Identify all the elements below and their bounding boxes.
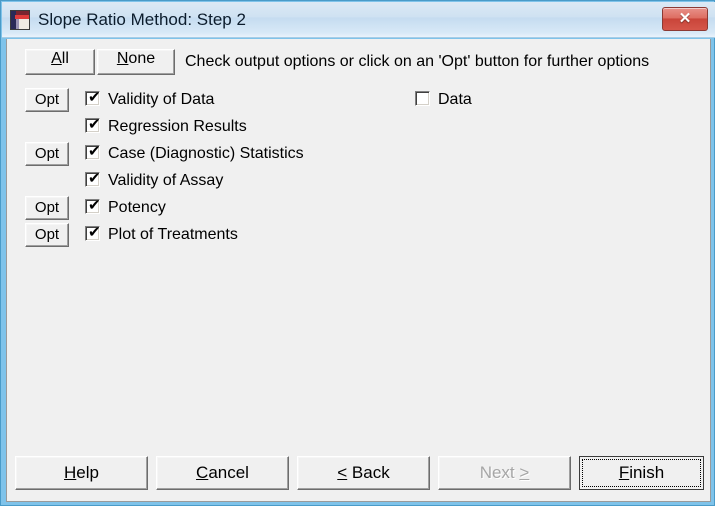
button-label-prefix: Next bbox=[479, 463, 520, 482]
checkbox-option-1[interactable]: ✔ bbox=[85, 115, 101, 133]
close-icon: ✕ bbox=[678, 10, 692, 27]
check-icon: ✔ bbox=[88, 88, 101, 106]
back-button[interactable]: < Back bbox=[297, 456, 430, 490]
button-accel: C bbox=[196, 463, 209, 482]
button-label-suffix: inish bbox=[629, 463, 665, 482]
option-row: ✔ Validity of Assay bbox=[7, 168, 712, 195]
option-label-3: Validity of Assay bbox=[108, 172, 224, 189]
dialog-window: Slope Ratio Method: Step 2 ✕ All None Ch… bbox=[0, 0, 715, 506]
checkbox-option-0[interactable]: ✔ bbox=[85, 88, 101, 106]
none-button-accel: N bbox=[116, 50, 129, 67]
button-label-suffix: Back bbox=[347, 463, 390, 482]
check-icon: ✔ bbox=[88, 196, 101, 214]
button-label-suffix: elp bbox=[76, 463, 99, 482]
check-icon: ✔ bbox=[88, 115, 101, 133]
checkbox-option-4[interactable]: ✔ bbox=[85, 196, 101, 214]
option-label-0: Validity of Data bbox=[108, 91, 215, 108]
none-button-label: one bbox=[128, 50, 156, 67]
checkbox-data-label: Data bbox=[438, 91, 472, 108]
next-button[interactable]: Next > bbox=[438, 456, 571, 490]
output-options-list: Opt ✔ Validity of Data ✔ Regression Results O… bbox=[7, 87, 712, 249]
close-button[interactable]: ✕ bbox=[662, 7, 708, 31]
button-accel: H bbox=[64, 463, 77, 482]
option-row: ✔ Regression Results bbox=[7, 114, 712, 141]
check-icon: ✔ bbox=[88, 169, 101, 187]
opt-button-5[interactable]: Opt bbox=[25, 223, 69, 247]
dialog-client-area: All None Check output options or click o… bbox=[6, 39, 711, 502]
option-row: Opt ✔ Validity of Data bbox=[7, 87, 712, 114]
check-icon: ✔ bbox=[88, 223, 101, 241]
opt-button-2[interactable]: Opt bbox=[25, 142, 69, 166]
button-label-suffix: ancel bbox=[208, 463, 249, 482]
window-title: Slope Ratio Method: Step 2 bbox=[38, 10, 246, 29]
opt-button-0[interactable]: Opt bbox=[25, 88, 69, 112]
all-button-label: ll bbox=[61, 50, 69, 67]
option-label-5: Plot of Treatments bbox=[108, 226, 238, 243]
opt-button-4[interactable]: Opt bbox=[25, 196, 69, 220]
option-row: Opt ✔ Potency bbox=[7, 195, 712, 222]
app-chart-icon bbox=[10, 10, 30, 30]
help-button[interactable]: Help bbox=[15, 456, 148, 490]
check-icon: ✔ bbox=[88, 142, 101, 160]
checkbox-option-2[interactable]: ✔ bbox=[85, 142, 101, 160]
checkbox-option-3[interactable]: ✔ bbox=[85, 169, 101, 187]
button-focus-ring: Finish bbox=[582, 459, 701, 487]
select-none-button[interactable]: None bbox=[97, 49, 175, 75]
option-row: Opt ✔ Plot of Treatments bbox=[7, 222, 712, 249]
option-label-2: Case (Diagnostic) Statistics bbox=[108, 145, 304, 162]
instruction-text: Check output options or click on an 'Opt… bbox=[185, 53, 650, 70]
option-row: Opt ✔ Case (Diagnostic) Statistics bbox=[7, 141, 712, 168]
checkbox-data[interactable] bbox=[415, 91, 430, 106]
finish-button[interactable]: Finish bbox=[579, 456, 704, 490]
select-all-button[interactable]: All bbox=[25, 49, 95, 75]
button-accel: > bbox=[519, 463, 530, 482]
button-accel: F bbox=[618, 463, 630, 482]
option-label-4: Potency bbox=[108, 199, 166, 216]
all-button-accel: A bbox=[51, 50, 62, 67]
checkbox-option-5[interactable]: ✔ bbox=[85, 223, 101, 241]
cancel-button[interactable]: Cancel bbox=[156, 456, 289, 490]
title-bar: Slope Ratio Method: Step 2 ✕ bbox=[2, 2, 715, 38]
button-accel: < bbox=[337, 463, 348, 482]
option-label-1: Regression Results bbox=[108, 118, 247, 135]
